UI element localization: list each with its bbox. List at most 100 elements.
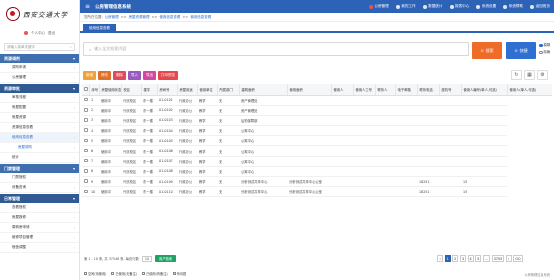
table-row[interactable]: 9 使用中 兴庆校区 东一楼 01-0109 行政办公 教学无分析测试共享中心 分析测试共享中… <box>82 176 552 188</box>
column-header[interactable]: 联系电话 <box>417 84 440 96</box>
column-header[interactable]: 校区 <box>121 84 142 96</box>
column-header[interactable]: 使用人 <box>331 84 354 96</box>
logout-link[interactable]: 退出 <box>48 31 55 36</box>
sidebar-item[interactable]: 资源信息查看 › <box>0 123 79 133</box>
quick-button[interactable]: ⊙ 快捷 <box>506 42 536 59</box>
page-button[interactable]: › <box>505 255 512 262</box>
top-nav-item[interactable]: 返回首页 <box>530 4 550 9</box>
top-nav-item[interactable]: 公房管理 <box>368 4 389 9</box>
table-row[interactable]: 1 使用中 兴庆校区 东一楼 01-0101 行政办公 教学无资产管理处 <box>82 95 552 106</box>
top-nav-item[interactable]: 我的工作 <box>395 4 416 9</box>
row-checkbox[interactable] <box>84 169 88 173</box>
toolbar-button[interactable]: 删除 <box>113 71 126 80</box>
page-button[interactable]: 2 <box>452 255 459 262</box>
toolbar-button[interactable]: 新增 <box>83 71 96 80</box>
table-row[interactable]: 5 使用中 兴庆校区 东一楼 01-0105 行政办公 教学无公寓中心 <box>82 135 552 147</box>
page-button[interactable]: 1 <box>444 255 451 262</box>
column-header[interactable]: 所属部门 <box>217 84 240 96</box>
sidebar-section-header[interactable]: 资源调剂 ▾ <box>0 54 79 63</box>
sidebar-item[interactable]: 使用信息查看 › <box>0 133 79 143</box>
row-checkbox[interactable] <box>84 108 88 112</box>
row-checkbox[interactable] <box>84 97 88 102</box>
search-icon[interactable]: ⌕ <box>70 45 72 49</box>
settings-icon[interactable]: ⚙ <box>537 70 548 80</box>
sidebar-item[interactable]: 维修项目管理 › <box>0 233 79 243</box>
go-button[interactable]: GO <box>513 255 523 262</box>
column-header[interactable]: 使用人工号 <box>353 84 376 96</box>
sidebar-item[interactable]: 门禁授权 › <box>0 173 79 183</box>
table-row[interactable]: 7 使用中 兴庆校区 东一楼 01-0107 行政办公 教学无公寓中心 <box>82 156 552 167</box>
toolbar-button[interactable]: 导出 <box>143 71 156 80</box>
sidebar-item[interactable]: 房屋资源 › <box>0 113 79 123</box>
fulltext-search-input[interactable]: ⌕ 输入全文检索内容 <box>83 42 469 56</box>
table-row[interactable]: 8 使用中 兴庆校区 东一楼 01-0108 行政办公 教学无公寓中心 <box>82 166 552 178</box>
breadcrumb-item[interactable]: 公房管理 <box>105 15 119 20</box>
university-logo[interactable]: 西安交通大学 <box>0 0 79 27</box>
table-row[interactable]: 4 使用中 兴庆校区 东一楼 01-0104 行政办公 教学无公寓中心 <box>82 125 552 137</box>
column-header[interactable]: 使用人(单人,可选) <box>507 84 552 96</box>
top-nav-item[interactable]: 系统帮助 <box>503 4 523 9</box>
sidebar-item[interactable]: 统计 › <box>0 153 79 163</box>
column-header[interactable] <box>82 84 90 96</box>
sidebar-section-header[interactable]: 门禁管理 ▾ <box>0 164 79 173</box>
sidebar-item[interactable]: 周转房申请 › <box>0 223 79 233</box>
row-checkbox[interactable] <box>84 128 88 132</box>
page-button[interactable]: ‹ <box>437 255 443 262</box>
menu-toggle-icon[interactable]: ≡ <box>85 3 90 10</box>
sidebar-item[interactable]: 查看授权 › <box>0 203 79 213</box>
table-row[interactable]: 2 使用中 兴庆校区 东一楼 01-0102 行政办公 教学无资产管理处 <box>82 105 552 116</box>
page-button[interactable]: 4 <box>467 255 474 262</box>
row-checkbox[interactable] <box>84 138 88 143</box>
column-header[interactable]: 电子邮箱 <box>395 84 418 96</box>
columns-icon[interactable]: ▦ <box>524 70 535 80</box>
column-header[interactable]: 房屋用途 <box>177 84 198 96</box>
page-button[interactable]: ... <box>482 255 491 262</box>
column-header[interactable]: 房间号 <box>157 84 178 96</box>
page-button[interactable]: 5 <box>475 255 482 262</box>
user-search-button[interactable]: 用户检索 <box>155 255 177 262</box>
match-mode-radio[interactable]: 精确 <box>539 49 550 56</box>
sidebar-section-header[interactable]: 日常管理 ▾ <box>0 194 79 203</box>
table-row[interactable]: 3 使用中 兴庆校区 东一楼 01-0103 行政办公 教学无后勤保障部 <box>82 115 552 127</box>
sidebar-item[interactable]: 房屋调剂 › <box>0 143 79 153</box>
match-mode-radio[interactable]: 模糊 <box>539 42 550 49</box>
sidebar-item[interactable]: 房屋报修 › <box>0 213 79 223</box>
sidebar-item[interactable]: 宿舍调整 › <box>0 243 79 253</box>
column-header[interactable]: 使用单位 <box>197 84 218 96</box>
top-nav-item[interactable]: 数据统计 <box>422 4 443 9</box>
toolbar-button[interactable]: 修改 <box>98 71 111 80</box>
sidebar-item[interactable]: 调剂申请 › <box>0 63 79 73</box>
menu-search-input[interactable]: 请输入菜单关键字 ⌕ <box>4 43 75 51</box>
table-row[interactable]: 10 使用中 兴庆校区 东一楼 01-0110 行政办公 教学无分析测试共享中心 分析测试共享… <box>82 186 552 198</box>
toolbar-button[interactable]: 导入 <box>128 71 141 80</box>
page-button[interactable]: 3 <box>459 255 467 262</box>
toolbar-button[interactable]: 打印预览 <box>158 71 178 80</box>
user-center-link[interactable]: 个人中心 <box>31 31 45 36</box>
row-checkbox[interactable] <box>84 118 88 122</box>
column-header[interactable]: 建筑面积 <box>239 84 288 96</box>
sidebar-item[interactable]: 设备查询 › <box>0 183 79 193</box>
tab-usage-info[interactable]: 使用信息查看 <box>83 24 116 33</box>
sidebar-item[interactable]: 房屋配置 › <box>0 103 79 113</box>
refresh-icon[interactable]: ↻ <box>511 70 522 80</box>
page-size-select[interactable]: 10 <box>141 255 153 262</box>
column-header[interactable]: 楼宇 <box>141 84 158 96</box>
column-header[interactable]: 联系人 <box>375 84 396 96</box>
page-button[interactable]: 3755 <box>491 255 505 262</box>
column-header[interactable]: 使用人编号(单人,可选) <box>461 84 508 96</box>
breadcrumb-item[interactable]: 房屋资源管理 <box>129 15 150 20</box>
select-all-checkbox[interactable] <box>84 87 88 91</box>
table-row[interactable]: 6 使用中 兴庆校区 东一楼 01-0106 行政办公 教学无公寓中心 <box>82 145 552 157</box>
row-checkbox[interactable] <box>84 148 88 153</box>
column-header[interactable]: 房屋使用状态 <box>99 84 122 96</box>
breadcrumb-item[interactable]: 使用信息查看 <box>159 15 180 20</box>
breadcrumb-item[interactable]: 使用信息查看 <box>190 15 211 20</box>
top-nav-item[interactable]: 报表中心 <box>449 4 469 9</box>
top-nav-item[interactable]: 系统设置 <box>476 4 496 9</box>
row-checkbox[interactable] <box>84 189 88 194</box>
column-header[interactable]: 序号 <box>89 84 100 96</box>
search-button[interactable]: ⊙ 搜索 <box>472 42 502 59</box>
row-checkbox[interactable] <box>84 179 88 183</box>
sidebar-item[interactable]: 公房管理 › <box>0 73 79 83</box>
row-checkbox[interactable] <box>84 158 88 163</box>
